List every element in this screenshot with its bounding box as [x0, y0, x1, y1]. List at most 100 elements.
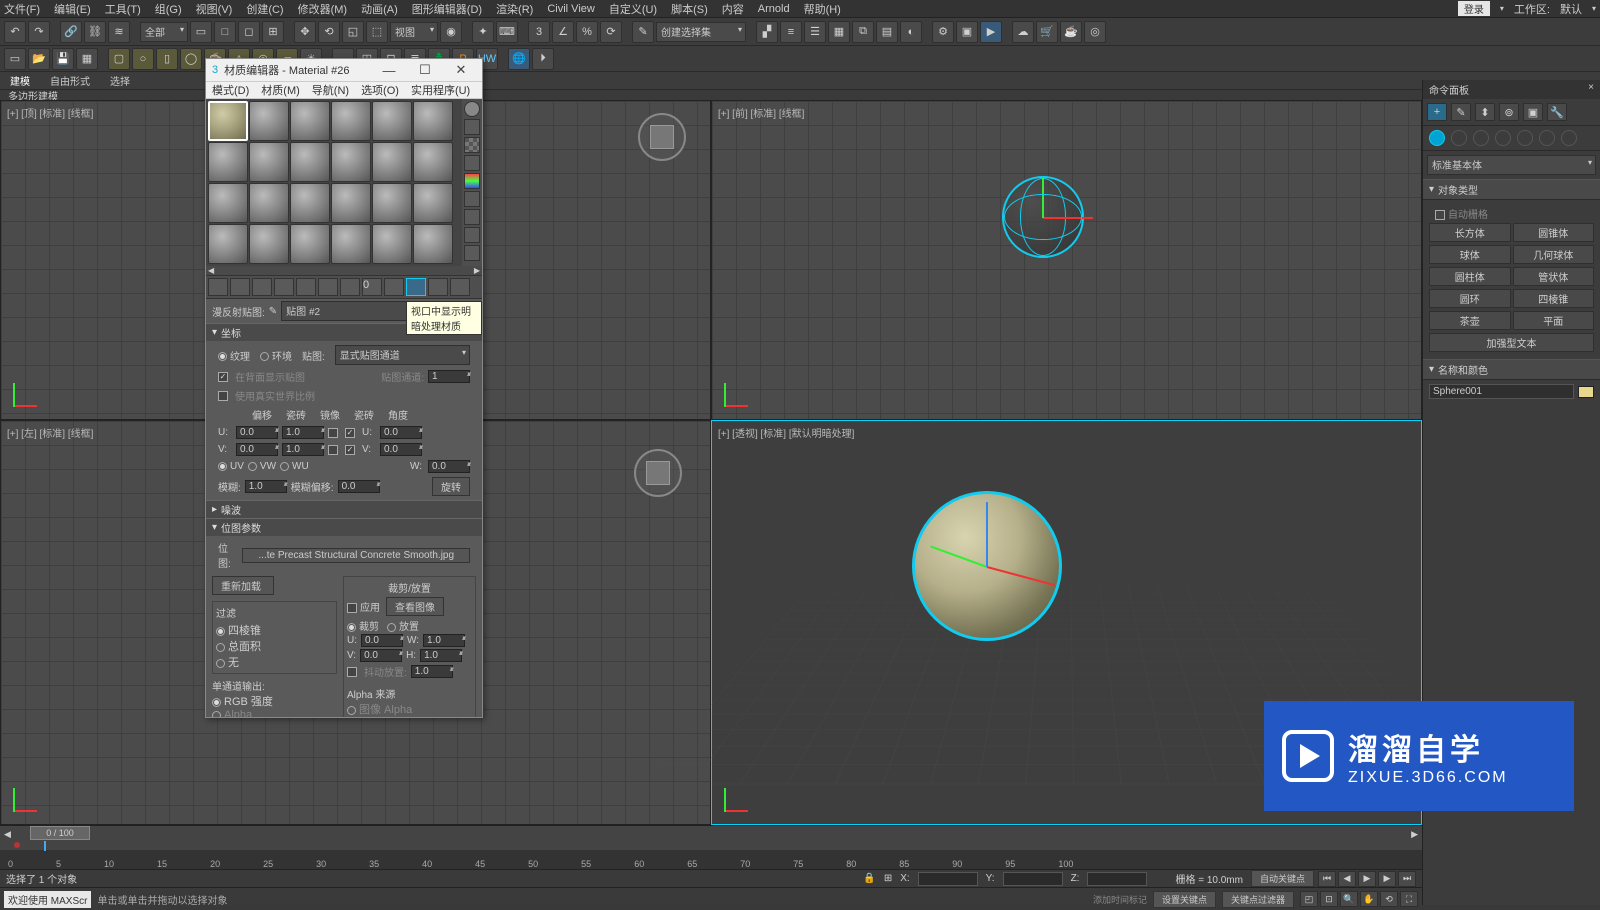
subtab-space-icon[interactable]: [1539, 130, 1555, 146]
render-icon[interactable]: ▶: [980, 21, 1002, 43]
crop-v-spinner[interactable]: 0.0: [360, 649, 402, 662]
radio-pyramidal[interactable]: [216, 627, 225, 636]
reload-button[interactable]: 重新加载: [212, 576, 274, 595]
coord-display-icon[interactable]: ⊞: [884, 873, 892, 884]
map-channel-dropdown[interactable]: 显式贴图通道: [335, 345, 470, 365]
menu-civilview[interactable]: Civil View: [547, 3, 594, 15]
sample-slot[interactable]: [331, 224, 371, 264]
save-icon[interactable]: 💾: [52, 48, 74, 70]
add-time-tag[interactable]: 添加时间标记: [1093, 893, 1147, 906]
sample-slot[interactable]: [249, 101, 289, 141]
tab-motion-icon[interactable]: ⊚: [1499, 103, 1519, 121]
radio-summed[interactable]: [216, 643, 225, 652]
radio-image-alpha[interactable]: [347, 706, 356, 715]
toggle-ribbon-icon[interactable]: ▦: [828, 21, 850, 43]
video-check-icon[interactable]: [464, 173, 480, 189]
wireframe-sphere-front[interactable]: [1002, 176, 1084, 258]
y-coord-field[interactable]: [1003, 872, 1063, 886]
menu-rendering[interactable]: 渲染(R): [496, 1, 533, 17]
mirror-icon[interactable]: ▞: [756, 21, 778, 43]
goto-start-icon[interactable]: ⏮: [1318, 871, 1336, 887]
menu-arnold[interactable]: Arnold: [758, 3, 790, 15]
sample-slot[interactable]: [413, 183, 453, 223]
obj-box-icon[interactable]: ▢: [108, 48, 130, 70]
lock-icon[interactable]: 🔒: [863, 873, 875, 884]
matmenu-util[interactable]: 实用程序(U): [411, 82, 470, 98]
rollout-bitmap-params[interactable]: ▾位图参数: [206, 518, 482, 536]
radio-rgb-intensity[interactable]: [212, 698, 221, 707]
subtab-shapes-icon[interactable]: [1451, 130, 1467, 146]
time-indicator[interactable]: [44, 841, 46, 851]
play-icon[interactable]: ▶: [1358, 871, 1376, 887]
time-slider-handle[interactable]: 0 / 100: [30, 826, 90, 840]
real-world-checkbox[interactable]: [218, 391, 228, 401]
go-sibling-icon[interactable]: [450, 278, 470, 296]
sample-slot[interactable]: [372, 224, 412, 264]
sample-slot[interactable]: [249, 183, 289, 223]
subtab-systems-icon[interactable]: [1561, 130, 1577, 146]
radio-wu[interactable]: [280, 462, 289, 471]
render-frame-icon[interactable]: ▣: [956, 21, 978, 43]
sample-slot[interactable]: [372, 183, 412, 223]
align-icon[interactable]: ≡: [780, 21, 802, 43]
menu-tools[interactable]: 工具(T): [105, 1, 141, 17]
btn-textplus[interactable]: 加强型文本: [1429, 333, 1594, 352]
w-angle-spinner[interactable]: 0.0: [428, 460, 470, 473]
redo-icon[interactable]: ↷: [28, 21, 50, 43]
sample-slot[interactable]: [413, 224, 453, 264]
obj-cyl-icon[interactable]: ▯: [156, 48, 178, 70]
u-tile-spinner[interactable]: 1.0: [282, 426, 324, 439]
menu-view[interactable]: 视图(V): [196, 1, 233, 17]
radio-none-filter[interactable]: [216, 659, 225, 668]
sample-slot[interactable]: [290, 142, 330, 182]
object-color-swatch[interactable]: [1578, 386, 1594, 398]
bind-icon[interactable]: ≋: [108, 21, 130, 43]
menu-grapheditors[interactable]: 图形编辑器(D): [412, 1, 482, 17]
angle-snap-icon[interactable]: ∠: [552, 21, 574, 43]
viewport-front[interactable]: [+] [前] [标准] [线框]: [711, 100, 1422, 420]
sample-slot[interactable]: [413, 101, 453, 141]
refcoord-dropdown[interactable]: 视图: [390, 22, 438, 42]
go-parent-icon[interactable]: [428, 278, 448, 296]
time-slider-left-icon[interactable]: ◀: [4, 829, 11, 840]
x-coord-field[interactable]: [918, 872, 978, 886]
sample-slot[interactable]: [413, 142, 453, 182]
render-setup-icon[interactable]: ⚙: [932, 21, 954, 43]
object-name-input[interactable]: [1429, 384, 1574, 399]
next-frame-icon[interactable]: ▶: [1378, 871, 1396, 887]
v-tile-spinner[interactable]: 1.0: [282, 443, 324, 456]
viewcube-top[interactable]: [638, 113, 686, 161]
radio-environ[interactable]: [260, 352, 269, 361]
backlight-icon[interactable]: [464, 119, 480, 135]
sample-slot[interactable]: [249, 224, 289, 264]
workspace-value[interactable]: 默认: [1560, 1, 1582, 17]
radio-uv[interactable]: [218, 462, 227, 471]
v-offset-spinner[interactable]: 0.0: [236, 443, 278, 456]
select-icon[interactable]: ▭: [190, 21, 212, 43]
subtab-helpers-icon[interactable]: [1517, 130, 1533, 146]
u-mirror-checkbox[interactable]: [328, 428, 338, 438]
tab-hierarchy-icon[interactable]: ⬍: [1475, 103, 1495, 121]
btn-box[interactable]: 长方体: [1429, 223, 1511, 242]
sample-type-icon[interactable]: [464, 101, 480, 117]
snap-icon[interactable]: 3: [528, 21, 550, 43]
crop-w-spinner[interactable]: 1.0: [423, 634, 465, 647]
menu-help[interactable]: 帮助(H): [804, 1, 841, 17]
v-mirror-checkbox[interactable]: [328, 445, 338, 455]
tab-display-icon[interactable]: ▣: [1523, 103, 1543, 121]
selset-edit-icon[interactable]: ✎: [632, 21, 654, 43]
selection-filter-dropdown[interactable]: 全部: [140, 22, 188, 42]
background-icon[interactable]: [464, 137, 480, 153]
tab-create-icon[interactable]: +: [1427, 103, 1447, 121]
menu-content[interactable]: 内容: [722, 1, 744, 17]
close-icon[interactable]: ✕: [446, 62, 476, 78]
btn-sphere[interactable]: 球体: [1429, 245, 1511, 264]
uv-tile-icon[interactable]: [464, 155, 480, 171]
menu-edit[interactable]: 编辑(E): [54, 1, 91, 17]
help-icon[interactable]: ◎: [1084, 21, 1106, 43]
menu-file[interactable]: 文件(F): [4, 1, 40, 17]
new-icon[interactable]: ▭: [4, 48, 26, 70]
sample-slot[interactable]: [331, 101, 371, 141]
crop-h-spinner[interactable]: 1.0: [420, 649, 462, 662]
rotate-button[interactable]: 旋转: [432, 477, 470, 496]
